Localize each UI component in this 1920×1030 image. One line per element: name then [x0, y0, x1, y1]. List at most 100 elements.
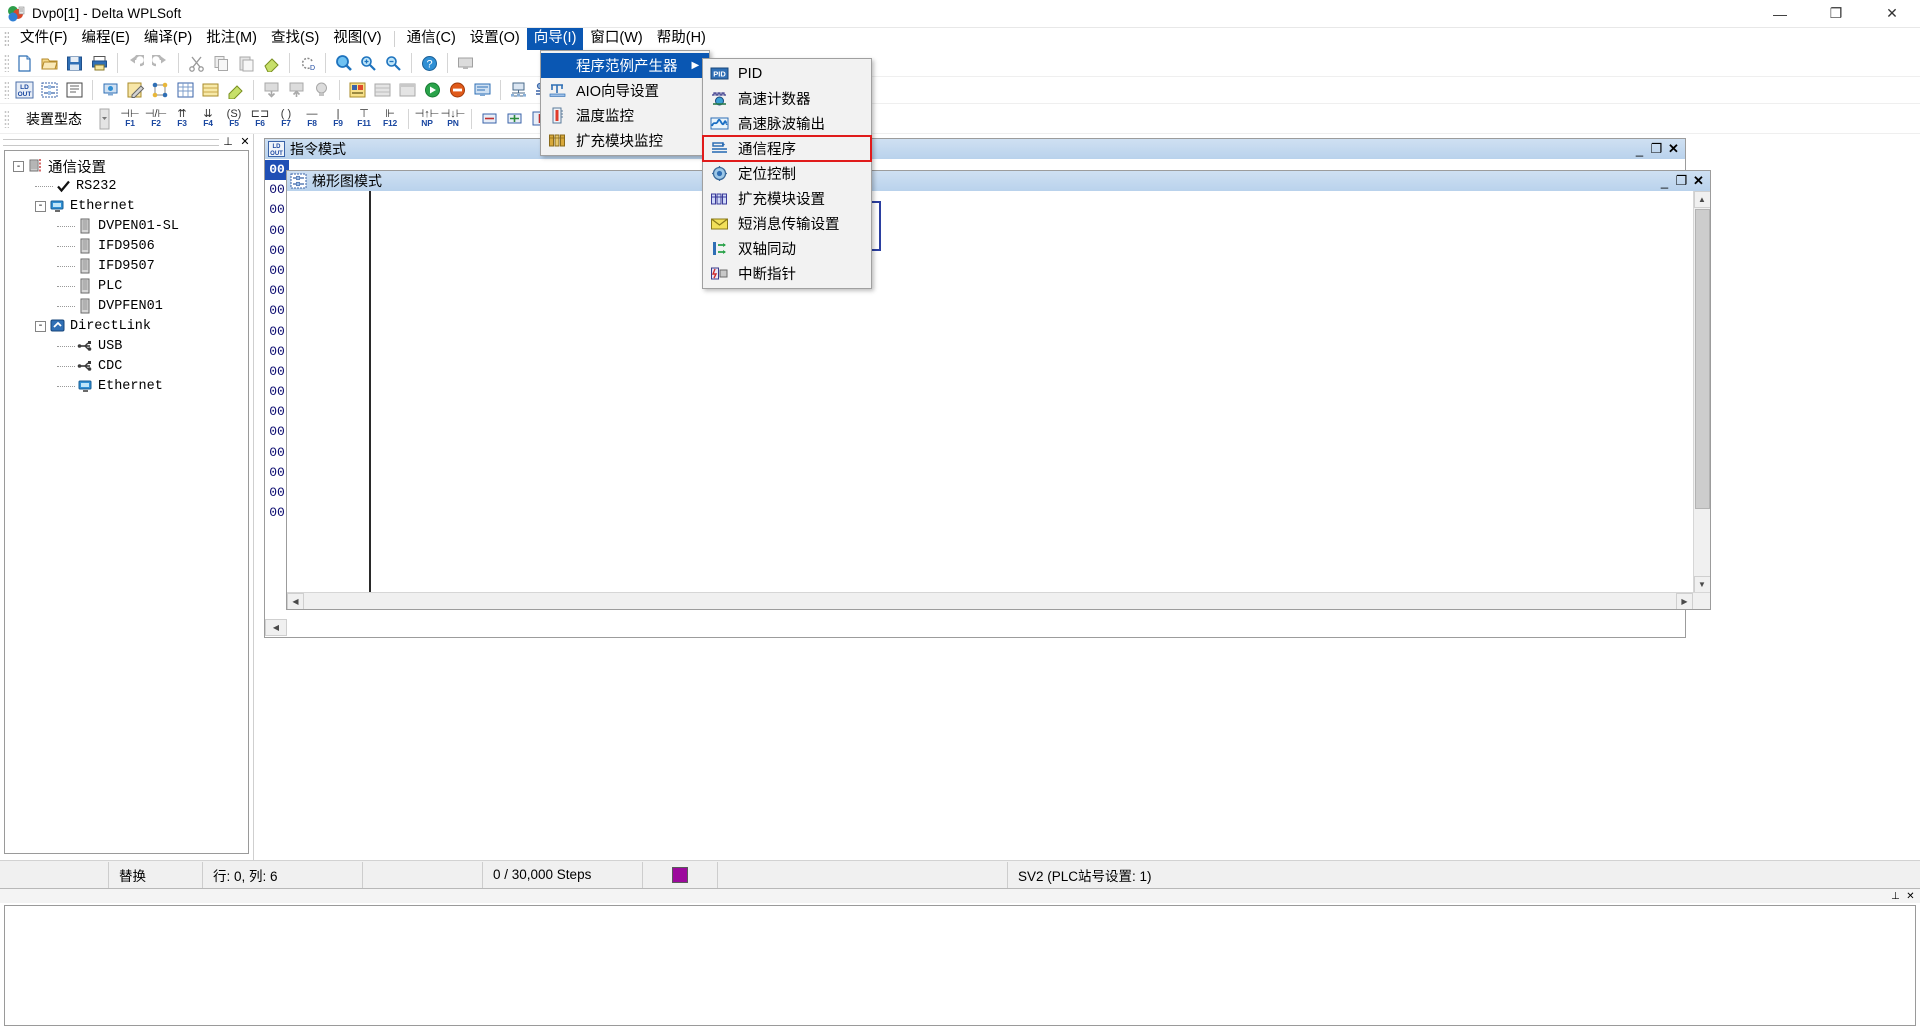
- tree-node-ethernet-expander[interactable]: -: [35, 200, 46, 212]
- edit-pencil-icon[interactable]: [123, 79, 148, 102]
- menu-item-aio-wizard-setup[interactable]: AIO向导设置: [541, 78, 709, 103]
- submenu-item-pid[interactable]: PID PID: [703, 61, 871, 86]
- help-icon[interactable]: ?: [417, 52, 442, 75]
- close-button[interactable]: ✕: [1864, 0, 1920, 28]
- menu-comment[interactable]: 批注(M): [199, 28, 264, 50]
- tree-node-ifd9507[interactable]: IFD9507: [5, 256, 248, 276]
- ladder-key-f5[interactable]: (S) F5: [221, 107, 247, 131]
- comment-mode-icon[interactable]: [62, 79, 87, 102]
- insert-row-icon[interactable]: [502, 107, 527, 130]
- submenu-item-positioning-control[interactable]: 定位控制: [703, 161, 871, 186]
- ladder-instruction-icon[interactable]: LD OUT: [12, 79, 37, 102]
- eraser-icon[interactable]: [259, 52, 284, 75]
- hierarchy-icon[interactable]: [148, 79, 173, 102]
- dock-pin-button[interactable]: ⊥: [220, 135, 236, 149]
- tree-node-comm-settings[interactable]: - 通信设置: [5, 156, 248, 176]
- open-file-icon[interactable]: [37, 52, 62, 75]
- ladder-key-f11[interactable]: ⊤ F11: [351, 107, 377, 131]
- ladder-key-f12[interactable]: ⊩ F12: [377, 107, 403, 131]
- highlight-icon[interactable]: [223, 79, 248, 102]
- communication-tree[interactable]: - 通信设置 RS232 - Ethernet DVPEN01-SL IFD9506 IFD9…: [4, 150, 249, 854]
- tree-node-ifd9506[interactable]: IFD9506: [5, 236, 248, 256]
- tree-node-directlink-expander[interactable]: -: [35, 320, 46, 332]
- ladder-key-f3[interactable]: ⇈ F3: [169, 107, 195, 131]
- tree-node-dvpen01-sl[interactable]: DVPEN01-SL: [5, 216, 248, 236]
- menu-item-program-sample-generator[interactable]: 程序范例产生器 ▶: [541, 53, 709, 78]
- menu-communication[interactable]: 通信(C): [400, 28, 463, 50]
- menu-window[interactable]: 窗口(W): [583, 28, 649, 50]
- menu-item-temperature-monitor[interactable]: 温度监控: [541, 103, 709, 128]
- tree-node-directlink[interactable]: - DirectLink: [5, 316, 248, 336]
- ladder-key-f4[interactable]: ⇊ F4: [195, 107, 221, 131]
- instruction-window-titlebar[interactable]: LD OUT 指令模式 _ ❐ ✕: [265, 139, 1685, 159]
- menu-search[interactable]: 查找(S): [264, 28, 326, 50]
- output-text-area[interactable]: [4, 905, 1916, 1026]
- ladder-hmi-icon[interactable]: [345, 79, 370, 102]
- tree-node-ethernet[interactable]: - Ethernet: [5, 196, 248, 216]
- toolbar-grip-3[interactable]: [4, 109, 9, 128]
- run-plc-icon[interactable]: [420, 79, 445, 102]
- new-file-icon[interactable]: [12, 52, 37, 75]
- ladder-vertical-scrollbar[interactable]: ▲ ▼: [1693, 191, 1710, 593]
- submenu-item-high-speed-counter[interactable]: 高速计数器: [703, 86, 871, 111]
- instruction-minimize-button[interactable]: _: [1631, 142, 1648, 157]
- toolbar-grip-2[interactable]: [4, 81, 9, 99]
- menu-compile[interactable]: 编译(P): [137, 28, 199, 50]
- ladder-scroll-left-button[interactable]: ◀: [287, 592, 304, 609]
- output-pin-button[interactable]: ⊥: [1888, 890, 1903, 903]
- dock-close-button[interactable]: ✕: [237, 135, 253, 149]
- tree-node-rs232[interactable]: RS232: [5, 176, 248, 196]
- save-icon[interactable]: [62, 52, 87, 75]
- tree-node-comm-settings-expander[interactable]: -: [13, 160, 24, 172]
- toolbar-grip-1[interactable]: [4, 54, 9, 72]
- tree-node-usb[interactable]: USB: [5, 336, 248, 356]
- menu-view[interactable]: 视图(V): [326, 28, 388, 50]
- stop-plc-icon[interactable]: [445, 79, 470, 102]
- ladder-key-f6[interactable]: ⊏⊐ F6: [247, 107, 273, 131]
- ladder-window-titlebar[interactable]: 梯形图模式 _ ❐ ✕: [287, 171, 1710, 191]
- ladder-key-np[interactable]: ⊣↑⊢ NP: [414, 107, 440, 131]
- output-close-button[interactable]: ✕: [1903, 890, 1918, 903]
- ladder-vscroll-thumb[interactable]: [1694, 209, 1710, 509]
- ladder-maximize-button[interactable]: ❐: [1673, 173, 1690, 189]
- instruction-maximize-button[interactable]: ❐: [1648, 141, 1665, 157]
- ladder-scroll-down-button[interactable]: ▼: [1693, 576, 1710, 593]
- ladder-minimize-button[interactable]: _: [1656, 174, 1673, 189]
- menu-edit-program[interactable]: 编程(E): [75, 28, 137, 50]
- delete-row-icon[interactable]: [477, 107, 502, 130]
- menu-wizard[interactable]: 向导(I): [526, 28, 584, 50]
- tree-node-dvpfen01[interactable]: DVPFEN01: [5, 296, 248, 316]
- plc-transfer-icon[interactable]: [98, 79, 123, 102]
- zoom-in-icon[interactable]: [356, 52, 381, 75]
- menu-help[interactable]: 帮助(H): [650, 28, 713, 50]
- maximize-button[interactable]: ❐: [1808, 0, 1864, 28]
- ladder-close-button[interactable]: ✕: [1690, 173, 1707, 189]
- zoom-icon[interactable]: [331, 52, 356, 75]
- ladder-key-f2[interactable]: ⊣/⊢ F2: [143, 107, 169, 131]
- submenu-item-interrupt-pointer[interactable]: 中断指针: [703, 261, 871, 286]
- ladder-canvas[interactable]: ▲ ▼ ◀ ▶: [287, 191, 1710, 609]
- register-icon[interactable]: [198, 79, 223, 102]
- menu-item-extension-module-monitor[interactable]: 扩充模块监控: [541, 128, 709, 153]
- tree-node-cdc[interactable]: CDC: [5, 356, 248, 376]
- menubar-grip[interactable]: [4, 31, 9, 47]
- plc-network-icon[interactable]: [506, 79, 531, 102]
- device-type-dropdown[interactable]: [92, 107, 117, 130]
- zoom-out-icon[interactable]: [381, 52, 406, 75]
- refresh-icon[interactable]: D: [295, 52, 320, 75]
- instruction-scroll-left[interactable]: ◀: [265, 619, 289, 637]
- ladder-scroll-right-button[interactable]: ▶: [1676, 592, 1693, 609]
- ladder-mode-icon[interactable]: [37, 79, 62, 102]
- device-monitor-icon[interactable]: [470, 79, 495, 102]
- ladder-horizontal-scrollbar[interactable]: ◀ ▶: [287, 592, 1710, 609]
- menu-options[interactable]: 设置(O): [463, 28, 527, 50]
- ladder-key-f7[interactable]: ( ) F7: [273, 107, 299, 131]
- print-icon[interactable]: [87, 52, 112, 75]
- menu-file[interactable]: 文件(F): [13, 28, 75, 50]
- submenu-item-sms-transmission-setup[interactable]: 短消息传输设置: [703, 211, 871, 236]
- ladder-key-f1[interactable]: ⊣⊢ F1: [117, 107, 143, 131]
- tree-node-directlink-ethernet[interactable]: Ethernet: [5, 376, 248, 396]
- tree-node-plc[interactable]: PLC: [5, 276, 248, 296]
- dock-drag-handle[interactable]: [3, 138, 219, 146]
- submenu-item-extension-module-setup[interactable]: 扩充模块设置: [703, 186, 871, 211]
